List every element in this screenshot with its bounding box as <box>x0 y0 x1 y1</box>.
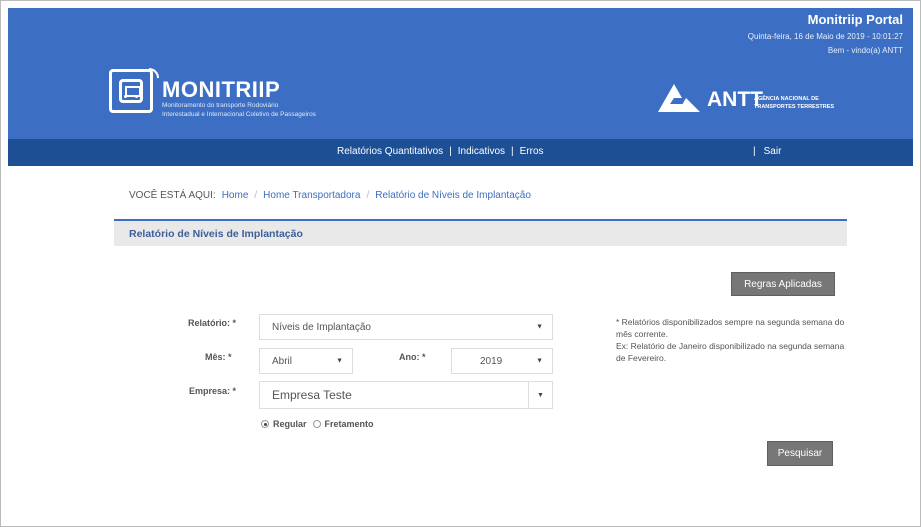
page-title: Relatório de Níveis de Implantação <box>129 228 303 240</box>
chevron-down-icon: ▼ <box>336 357 343 365</box>
relatorio-label: Relatório: * <box>188 318 237 328</box>
antt-subtitle-2: TRANSPORTES TERRESTRES <box>754 104 835 110</box>
pesquisar-button[interactable]: Pesquisar <box>767 441 833 466</box>
empresa-select[interactable]: Empresa Teste ▼ <box>259 381 553 409</box>
note-line-2: Ex: Relatório de Janeiro disponibilizado… <box>616 341 845 363</box>
nav-separator: | <box>753 146 756 157</box>
nav-menu: Relatórios Quantitativos | Indicativos |… <box>337 146 544 157</box>
logout-link[interactable]: Sair <box>764 146 782 157</box>
bus-logo-icon <box>109 68 159 113</box>
fretamento-radio-label: Fretamento <box>324 419 374 429</box>
nav-separator: | <box>511 146 514 157</box>
empresa-label: Empresa: * <box>189 386 237 396</box>
rules-notes: * Relatórios disponibilizados sempre na … <box>616 316 846 364</box>
nav-relatorios-quantitativos[interactable]: Relatórios Quantitativos <box>337 146 443 157</box>
chevron-down-icon: ▼ <box>536 357 543 365</box>
antt-logo-icon <box>658 84 700 112</box>
welcome-text: Bem - vindo(a) ANTT <box>827 46 903 55</box>
tipo-radio-group: Regular Fretamento <box>261 419 376 429</box>
nav-bar: Relatórios Quantitativos | Indicativos |… <box>8 139 913 166</box>
nav-separator: | <box>449 146 452 157</box>
breadcrumb: VOCÊ ESTÁ AQUI: Home / Home Transportado… <box>129 190 531 201</box>
breadcrumb-current[interactable]: Relatório de Níveis de Implantação <box>375 190 531 201</box>
brand-name: MONITRIIP <box>162 77 281 102</box>
chevron-down-icon: ▼ <box>536 323 543 331</box>
breadcrumb-home-transportadora[interactable]: Home Transportadora <box>263 190 360 201</box>
relatorio-select[interactable]: Níveis de Implantação ▼ <box>259 314 553 340</box>
ano-value: 2019 <box>480 355 503 367</box>
regras-aplicadas-button[interactable]: Regras Aplicadas <box>731 272 835 296</box>
breadcrumb-separator: / <box>366 190 370 201</box>
date-time: Quinta-feira, 16 de Maio de 2019 - 10:01… <box>747 32 903 41</box>
nav-erros[interactable]: Erros <box>520 146 544 157</box>
mes-select[interactable]: Abril ▼ <box>259 348 353 374</box>
brand-subtitle-2: Interestadual e Internacional Coletivo d… <box>162 111 316 118</box>
section-header: Relatório de Níveis de Implantação <box>114 219 847 246</box>
chevron-down-icon[interactable]: ▼ <box>528 382 552 408</box>
brand-subtitle-1: Monitoramento do transporte Rodoviário <box>162 102 279 109</box>
empresa-value: Empresa Teste <box>272 388 352 402</box>
nav-indicativos[interactable]: Indicativos <box>458 146 505 157</box>
relatorio-value: Níveis de Implantação <box>272 321 371 333</box>
note-line-1: * Relatórios disponibilizados sempre na … <box>616 317 845 339</box>
breadcrumb-separator: / <box>254 190 258 201</box>
regular-radio-label: Regular <box>273 419 307 429</box>
breadcrumb-home[interactable]: Home <box>222 190 249 201</box>
breadcrumb-prefix: VOCÊ ESTÁ AQUI: <box>129 190 216 201</box>
ano-label: Ano: * <box>399 352 426 362</box>
antt-subtitle-1: AGÊNCIA NACIONAL DE <box>754 96 819 102</box>
regular-radio[interactable] <box>261 420 269 428</box>
mes-value: Abril <box>272 355 293 367</box>
portal-title: Monitriip Portal <box>807 12 903 27</box>
ano-select[interactable]: 2019 ▼ <box>451 348 553 374</box>
mes-label: Mês: * <box>205 352 232 362</box>
fretamento-radio[interactable] <box>312 420 321 428</box>
nav-right: | Sair <box>753 146 781 157</box>
